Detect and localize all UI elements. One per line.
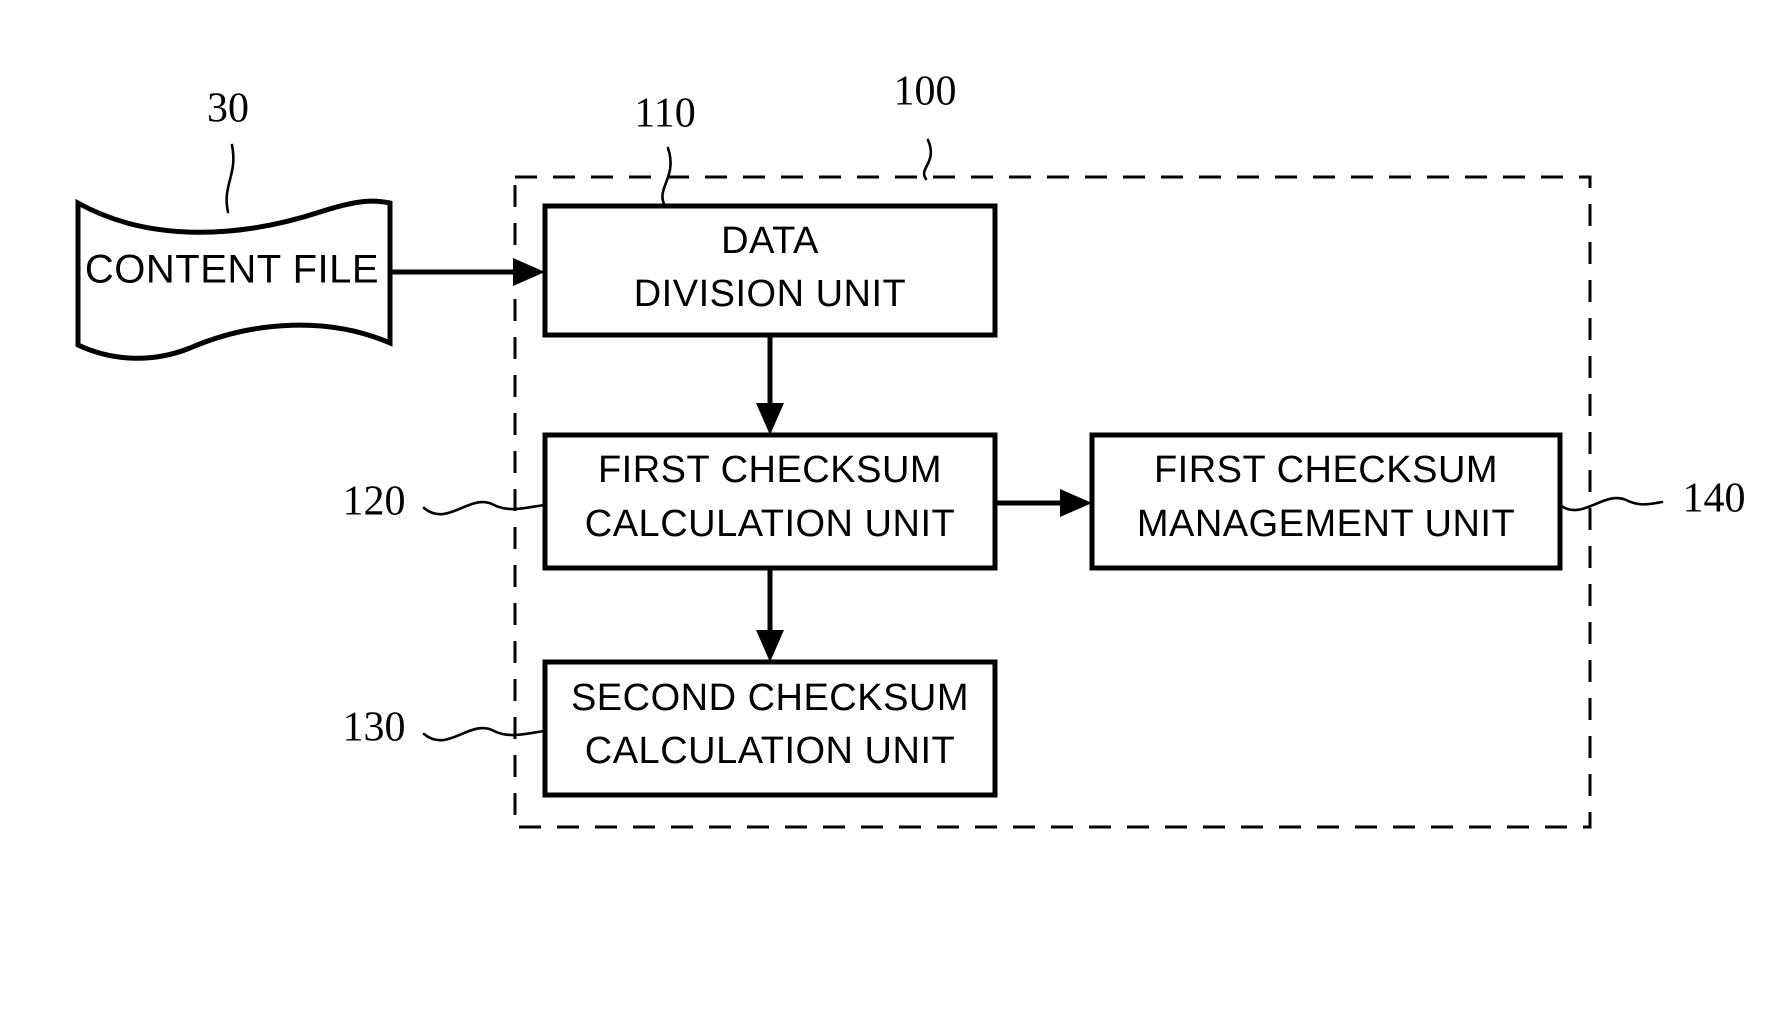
leader-line-30 bbox=[225, 143, 235, 214]
block-first-checksum-management-unit-line2: MANAGEMENT UNIT bbox=[1137, 503, 1515, 545]
leader-line-110 bbox=[661, 146, 672, 208]
reference-number-140: 140 bbox=[1683, 476, 1746, 522]
block-first-checksum-calculation-unit-line2: CALCULATION UNIT bbox=[585, 503, 955, 545]
block-data-division-unit-line1: DATA bbox=[721, 220, 819, 262]
leader-line-120 bbox=[422, 500, 547, 516]
arrowhead-first-checksum-to-management bbox=[1060, 489, 1092, 517]
leader-line-140 bbox=[1558, 496, 1664, 512]
reference-number-110: 110 bbox=[634, 91, 695, 137]
reference-number-30: 30 bbox=[207, 86, 249, 132]
reference-number-100: 100 bbox=[894, 69, 957, 115]
block-second-checksum-calculation-unit-line1: SECOND CHECKSUM bbox=[571, 677, 969, 719]
reference-number-130: 130 bbox=[343, 705, 406, 751]
block-data-division-unit-line2: DIVISION UNIT bbox=[634, 273, 907, 315]
block-second-checksum-calculation-unit-line2: CALCULATION UNIT bbox=[585, 730, 955, 772]
arrowhead-first-checksum-to-second-checksum bbox=[756, 630, 784, 662]
arrowhead-content-file-to-data-division bbox=[513, 258, 545, 286]
leader-line-130 bbox=[422, 726, 547, 742]
block-first-checksum-management-unit-line1: FIRST CHECKSUM bbox=[1154, 449, 1498, 491]
arrowhead-data-division-to-first-checksum bbox=[756, 403, 784, 435]
patent-figure: CONTENT FILE 30 DATA DIVISION UNIT 110 1… bbox=[0, 0, 1784, 1035]
diagram-canvas: CONTENT FILE 30 DATA DIVISION UNIT 110 1… bbox=[75, 69, 1746, 829]
content-file-label: CONTENT FILE bbox=[85, 248, 379, 292]
reference-number-120: 120 bbox=[343, 479, 406, 525]
block-first-checksum-calculation-unit-line1: FIRST CHECKSUM bbox=[598, 449, 942, 491]
leader-line-100 bbox=[922, 138, 933, 181]
